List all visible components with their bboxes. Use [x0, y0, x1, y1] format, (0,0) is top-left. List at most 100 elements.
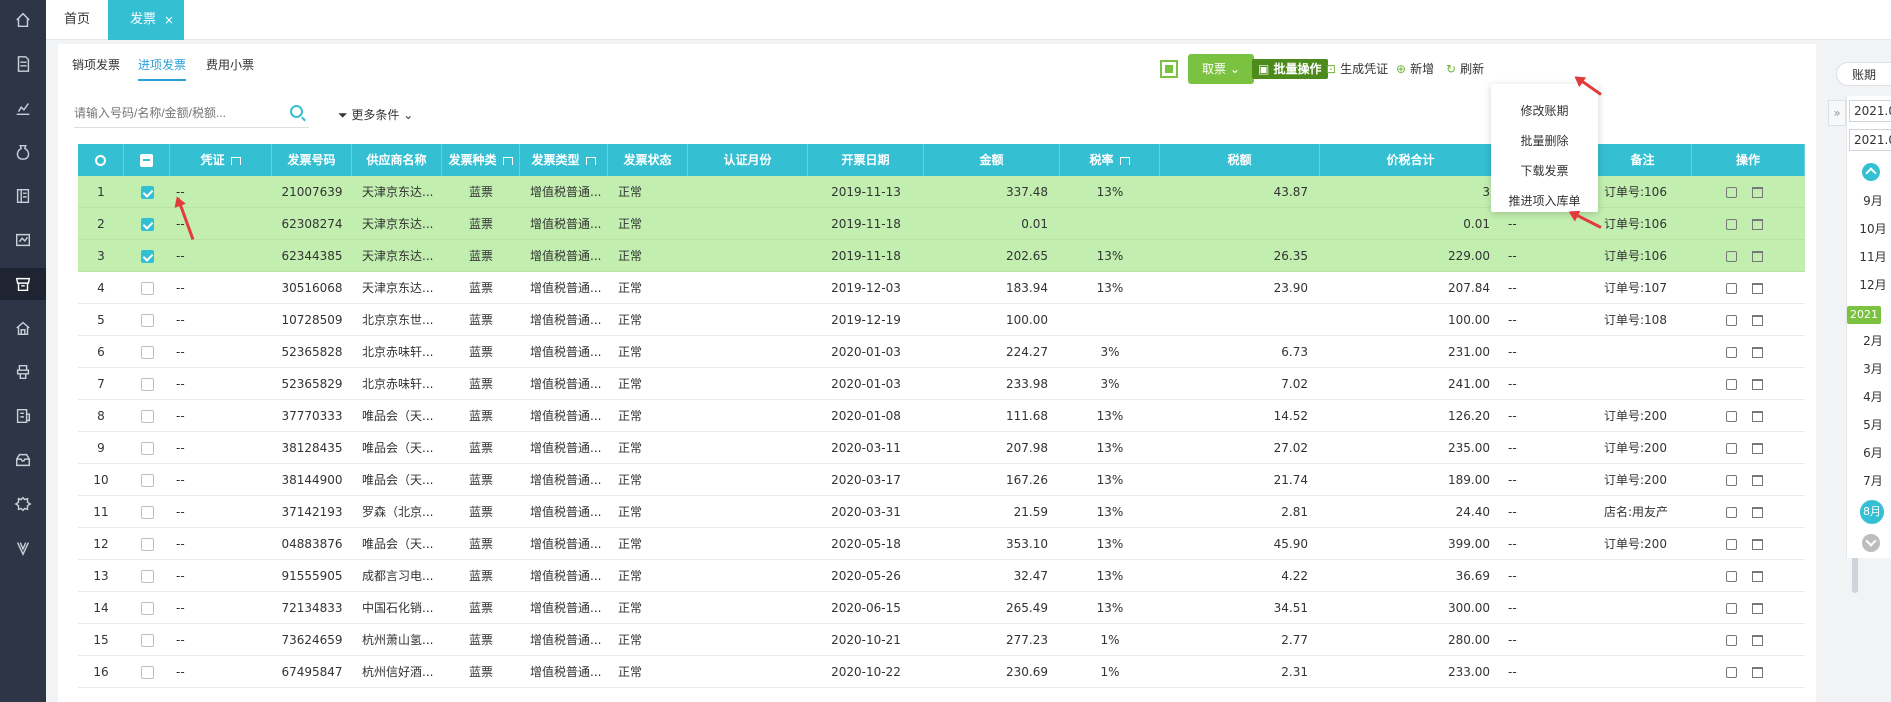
tab-invoice[interactable]: 发票 ×: [108, 0, 184, 40]
table-row[interactable]: 2 -- 62308274 天津京东达... 蓝票 增值税普通... 正常 2019-11-1…: [78, 208, 1805, 240]
trash-icon[interactable]: [1752, 251, 1763, 262]
month-item[interactable]: 3月: [1855, 360, 1891, 377]
collect-invoice-button[interactable]: 取票 ⌄: [1188, 54, 1254, 84]
column-header[interactable]: 备注: [1594, 144, 1692, 176]
table-row[interactable]: 12 -- 04883876 唯品会（天... 蓝票 增值税普通... 正常 2020-05-…: [78, 528, 1805, 560]
tab-sales-invoice[interactable]: 销项发票: [72, 56, 120, 73]
money-bag-icon[interactable]: [7, 136, 39, 168]
add-button[interactable]: ⊕ 新增: [1396, 54, 1434, 84]
filter-icon[interactable]: [502, 156, 513, 165]
column-header[interactable]: 操作: [1692, 144, 1805, 176]
v-logo-icon[interactable]: [7, 532, 39, 564]
search-icon[interactable]: [290, 105, 303, 118]
period-end-field[interactable]: 2021.08: [1849, 129, 1891, 151]
filter-icon[interactable]: [1119, 156, 1130, 165]
column-settings-gear-icon[interactable]: [78, 144, 124, 176]
collapse-icon[interactable]: »: [1828, 100, 1846, 126]
trash-icon[interactable]: [1752, 219, 1763, 230]
table-row[interactable]: 11 -- 37142193 罗森（北京... 蓝票 增值税普通... 正常 2020-03-…: [78, 496, 1805, 528]
table-row[interactable]: 10 -- 38144900 唯品会（天... 蓝票 增值税普通... 正常 2020-03-…: [78, 464, 1805, 496]
row-checkbox[interactable]: [140, 474, 154, 487]
refresh-button[interactable]: ↻ 刷新: [1446, 54, 1484, 84]
trash-icon[interactable]: [1752, 475, 1763, 486]
trash-icon[interactable]: [1752, 667, 1763, 678]
period-tab[interactable]: 账期: [1836, 62, 1891, 86]
trash-icon[interactable]: [1752, 443, 1763, 454]
report-icon[interactable]: [7, 224, 39, 256]
year-badge[interactable]: 2021: [1847, 306, 1881, 324]
filter-icon[interactable]: [585, 156, 596, 165]
row-checkbox[interactable]: [140, 570, 154, 583]
column-header[interactable]: 开票日期: [808, 144, 924, 176]
filter-icon[interactable]: [230, 156, 241, 165]
trash-icon[interactable]: [1752, 603, 1763, 614]
edit-icon[interactable]: [1726, 603, 1737, 614]
menu-item-push-inbound[interactable]: 推进项入库单: [1491, 192, 1598, 209]
column-header[interactable]: 发票状态: [608, 144, 688, 176]
inbox-icon[interactable]: [7, 444, 39, 476]
trash-icon[interactable]: [1752, 539, 1763, 550]
edit-icon[interactable]: [1726, 379, 1737, 390]
row-checkbox[interactable]: [140, 442, 154, 455]
column-header[interactable]: 发票种类: [442, 144, 520, 176]
trash-icon[interactable]: [1752, 635, 1763, 646]
tab-home[interactable]: 首页: [64, 0, 90, 40]
table-row[interactable]: 15 -- 73624659 杭州萧山氢... 蓝票 增值税普通... 正常 2020-10-…: [78, 624, 1805, 656]
more-filters-button[interactable]: ⏷ 更多条件 ⌄: [338, 106, 413, 123]
column-header[interactable]: 供应商名称: [352, 144, 442, 176]
trash-icon[interactable]: [1752, 283, 1763, 294]
row-checkbox[interactable]: [140, 250, 154, 263]
tab-purchase-invoice[interactable]: 进项发票: [138, 56, 187, 81]
row-checkbox[interactable]: [140, 282, 154, 295]
row-checkbox[interactable]: [140, 346, 154, 359]
invoice-icon[interactable]: [0, 268, 46, 300]
row-checkbox[interactable]: [140, 378, 154, 391]
table-row[interactable]: 9 -- 38128435 唯品会（天... 蓝票 增值税普通... 正常 2020-03-1…: [78, 432, 1805, 464]
chart-icon[interactable]: [7, 92, 39, 124]
trash-icon[interactable]: [1752, 571, 1763, 582]
column-header[interactable]: 认证月份: [688, 144, 808, 176]
column-header[interactable]: 发票号码: [272, 144, 352, 176]
column-header[interactable]: 税率: [1060, 144, 1160, 176]
column-header[interactable]: 金额: [924, 144, 1060, 176]
table-row[interactable]: 7 -- 52365829 北京赤味轩... 蓝票 增值税普通... 正常 2020-01-0…: [78, 368, 1805, 400]
edit-icon[interactable]: [1726, 315, 1737, 326]
month-item[interactable]: 10月: [1855, 220, 1891, 237]
edit-icon[interactable]: [1726, 219, 1737, 230]
table-row[interactable]: 6 -- 52365828 北京赤味轩... 蓝票 增值税普通... 正常 2020-01-0…: [78, 336, 1805, 368]
edit-icon[interactable]: [1726, 347, 1737, 358]
table-row[interactable]: 4 -- 30516068 天津京东达... 蓝票 增值税普通... 正常 2019-12-0…: [78, 272, 1805, 304]
table-row[interactable]: 8 -- 37770333 唯品会（天... 蓝票 增值税普通... 正常 2020-01-0…: [78, 400, 1805, 432]
period-start-field[interactable]: 2021.08: [1849, 100, 1891, 122]
close-icon[interactable]: ×: [164, 0, 174, 40]
column-header[interactable]: 发票类型: [520, 144, 608, 176]
edit-icon[interactable]: [1726, 635, 1737, 646]
menu-item-download-invoice[interactable]: 下载发票: [1491, 162, 1598, 179]
edit-icon[interactable]: [1726, 187, 1737, 198]
row-checkbox[interactable]: [140, 314, 154, 327]
edit-icon[interactable]: [1726, 667, 1737, 678]
generate-voucher-button[interactable]: ⊡ 生成凭证: [1326, 54, 1388, 84]
table-row[interactable]: 3 -- 62344385 天津京东达... 蓝票 增值税普通... 正常 2019-11-1…: [78, 240, 1805, 272]
table-row[interactable]: 13 -- 91555905 成都言习电... 蓝票 增值税普通... 正常 2020-05-…: [78, 560, 1805, 592]
row-checkbox[interactable]: [140, 538, 154, 551]
edit-icon[interactable]: [1726, 411, 1737, 422]
menu-item-batch-delete[interactable]: 批量删除: [1491, 132, 1598, 149]
document-icon[interactable]: [7, 48, 39, 80]
tab-expense-receipt[interactable]: 费用小票: [206, 56, 254, 73]
edit-icon[interactable]: [1726, 571, 1737, 582]
ledger-icon[interactable]: [7, 180, 39, 212]
month-item[interactable]: 9月: [1855, 192, 1891, 209]
column-header[interactable]: 税额: [1160, 144, 1320, 176]
edit-icon[interactable]: [1726, 507, 1737, 518]
trash-icon[interactable]: [1752, 379, 1763, 390]
scroll-down-icon[interactable]: [1862, 534, 1880, 552]
edit-icon[interactable]: [1726, 475, 1737, 486]
batch-operation-button[interactable]: ▣ 批量操作: [1252, 59, 1328, 79]
trash-icon[interactable]: [1752, 315, 1763, 326]
column-header[interactable]: 凭证: [170, 144, 272, 176]
month-item[interactable]: 6月: [1855, 444, 1891, 461]
select-all-checkbox[interactable]: [124, 144, 170, 176]
row-checkbox[interactable]: [140, 186, 154, 199]
edit-icon[interactable]: [1726, 251, 1737, 262]
